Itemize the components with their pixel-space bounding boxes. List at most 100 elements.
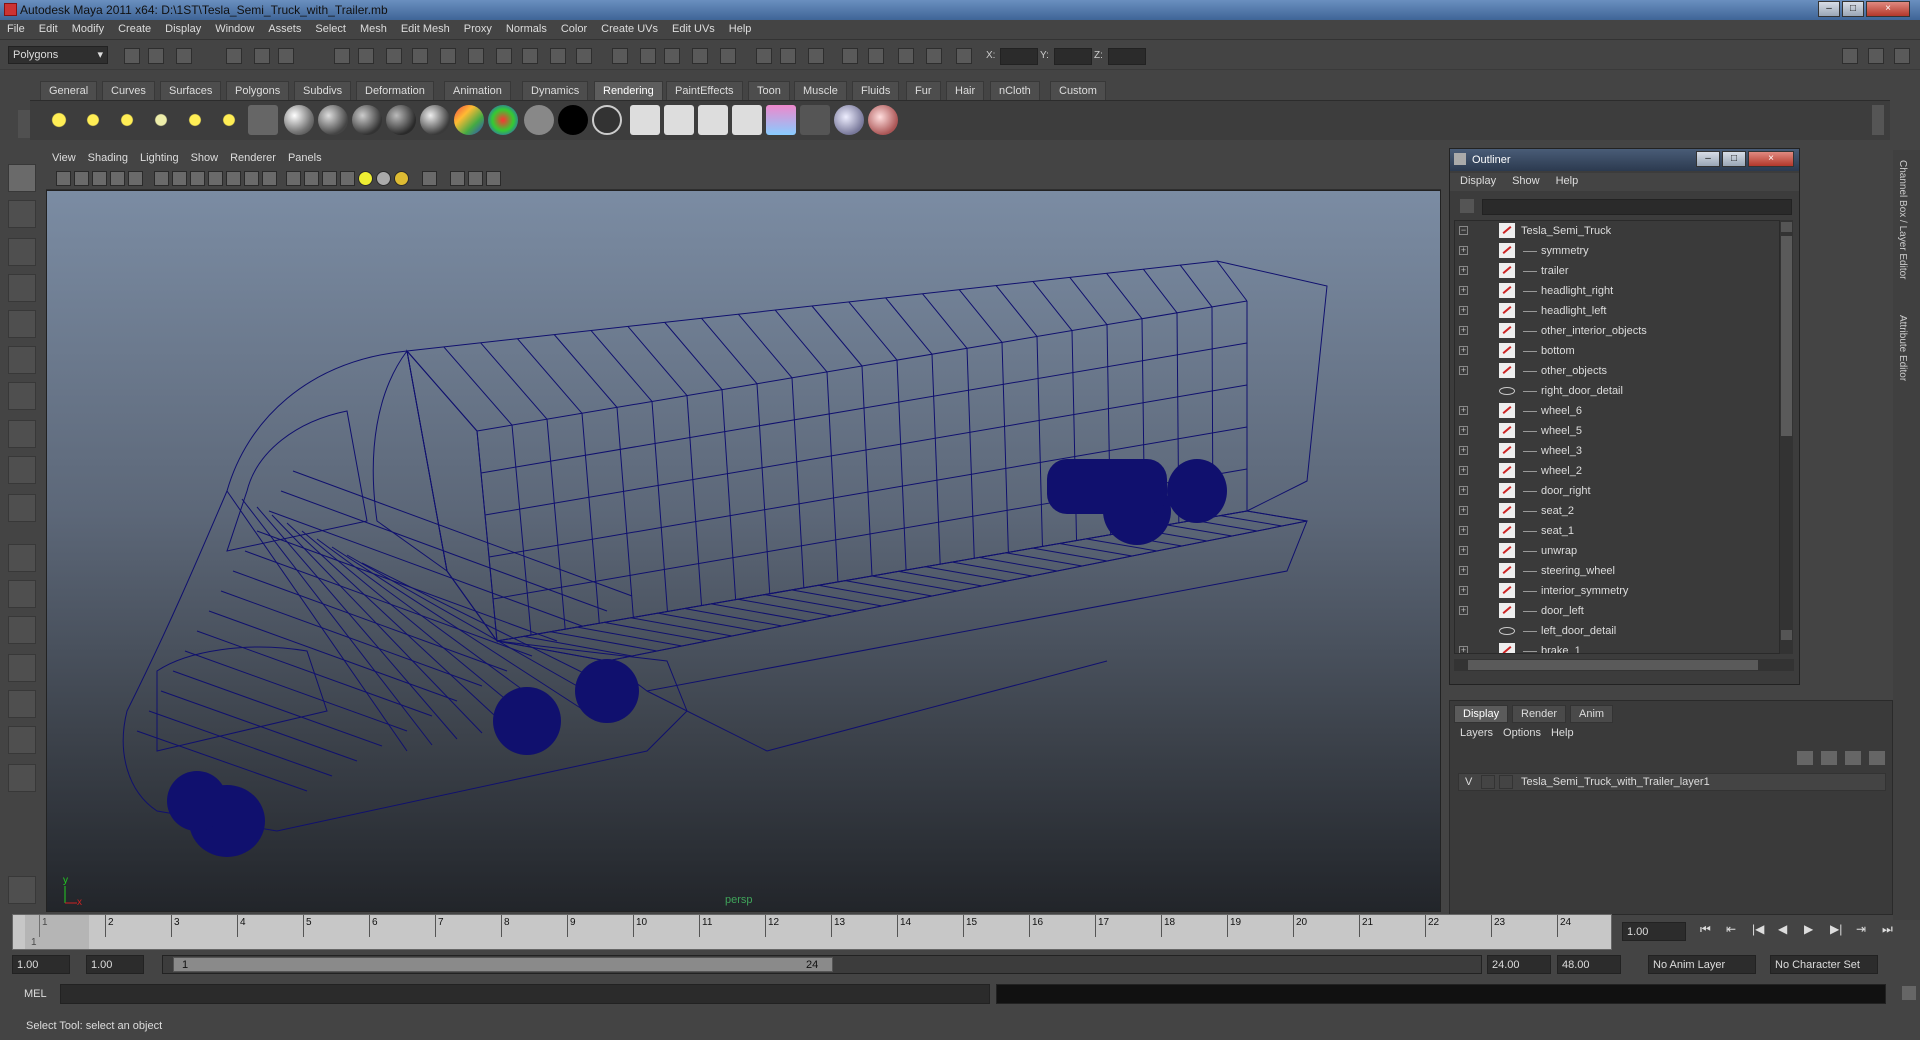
safe-action-icon[interactable] xyxy=(244,171,259,186)
outliner-item[interactable]: + wheel_5 xyxy=(1455,421,1779,441)
expand-icon[interactable]: + xyxy=(1459,466,1468,475)
outliner-item[interactable]: + bottom xyxy=(1455,341,1779,361)
expand-icon[interactable]: + xyxy=(1459,246,1468,255)
tab-rendering[interactable]: Rendering xyxy=(594,81,663,100)
new-layer-selected-icon[interactable] xyxy=(1821,751,1837,765)
render-settings-icon[interactable] xyxy=(698,105,728,135)
menu-window[interactable]: Window xyxy=(208,20,261,35)
expand-icon[interactable]: + xyxy=(1459,546,1468,555)
smooth-shade-icon[interactable] xyxy=(304,171,319,186)
menu-normals[interactable]: Normals xyxy=(499,20,554,35)
play-forward-icon[interactable]: ▶ xyxy=(1804,922,1813,936)
outliner-item[interactable]: + brake_1 xyxy=(1455,641,1779,653)
menu-select[interactable]: Select xyxy=(308,20,353,35)
tab-ncloth[interactable]: nCloth xyxy=(990,81,1040,100)
menu-mesh[interactable]: Mesh xyxy=(353,20,394,35)
expand-icon[interactable]: + xyxy=(1459,486,1468,495)
layer-name[interactable]: Tesla_Semi_Truck_with_Trailer_layer1 xyxy=(1521,776,1710,788)
viewport-menu-view[interactable]: View xyxy=(46,150,82,164)
menu-edit-mesh[interactable]: Edit Mesh xyxy=(394,20,457,35)
render-region-icon[interactable] xyxy=(664,48,680,64)
layer-tab-display[interactable]: Display xyxy=(1454,705,1509,723)
film-gate-icon[interactable] xyxy=(172,171,187,186)
shelf-menu-icon[interactable] xyxy=(18,110,30,138)
menu-proxy[interactable]: Proxy xyxy=(457,20,499,35)
outliner-search-field[interactable] xyxy=(1482,199,1792,215)
minimize-button[interactable]: – xyxy=(1818,1,1840,17)
ramp-icon[interactable] xyxy=(454,105,484,135)
safe-title-icon[interactable] xyxy=(262,171,277,186)
hypergraph-icon[interactable] xyxy=(808,48,824,64)
wireframe-icon[interactable] xyxy=(286,171,301,186)
xray-icon[interactable] xyxy=(450,171,465,186)
spot-light-icon[interactable] xyxy=(146,105,176,135)
layer-menu-options[interactable]: Options xyxy=(1501,727,1549,739)
menu-display[interactable]: Display xyxy=(158,20,208,35)
field-chart-icon[interactable] xyxy=(226,171,241,186)
character-set-dropdown[interactable]: No Character Set xyxy=(1770,955,1878,974)
perspective-viewport[interactable]: y x persp xyxy=(46,190,1441,912)
menu-file[interactable]: File xyxy=(0,20,32,35)
outliner-item[interactable]: + headlight_right xyxy=(1455,281,1779,301)
outline-sphere-icon[interactable] xyxy=(592,105,622,135)
expand-icon[interactable]: + xyxy=(1459,446,1468,455)
resolution-gate-icon[interactable] xyxy=(190,171,205,186)
toggle-output-icon[interactable] xyxy=(780,48,796,64)
layer-visibility-toggle[interactable]: V xyxy=(1465,776,1472,788)
maximize-button[interactable]: □ xyxy=(1842,1,1864,17)
script-editor-icon[interactable] xyxy=(1902,986,1916,1000)
select-hierarchy-icon[interactable] xyxy=(226,48,242,64)
outliner-item[interactable]: + door_left xyxy=(1455,601,1779,621)
default-lighting-icon[interactable] xyxy=(394,171,409,186)
play-backward-icon[interactable]: ◀ xyxy=(1778,922,1787,936)
expand-icon[interactable]: + xyxy=(1459,326,1468,335)
command-input[interactable] xyxy=(60,984,990,1004)
rotate-tool-icon[interactable] xyxy=(8,310,36,338)
show-manipulator-icon[interactable] xyxy=(8,456,36,484)
outliner-item[interactable]: + wheel_3 xyxy=(1455,441,1779,461)
outliner-menu-show[interactable]: Show xyxy=(1502,173,1546,187)
render-frame-icon[interactable] xyxy=(612,48,628,64)
collapse-icon[interactable]: − xyxy=(1459,226,1468,235)
outliner-item[interactable]: + interior_symmetry xyxy=(1455,581,1779,601)
layer-menu-help[interactable]: Help xyxy=(1549,727,1582,739)
tab-toon[interactable]: Toon xyxy=(748,81,790,100)
menu-edit-uvs[interactable]: Edit UVs xyxy=(665,20,722,35)
viewport-menu-lighting[interactable]: Lighting xyxy=(134,150,185,164)
go-to-start-icon[interactable]: ⏮ xyxy=(1700,922,1711,937)
save-scene-icon[interactable] xyxy=(176,48,192,64)
current-time-field[interactable]: 1.00 xyxy=(1622,922,1686,941)
ipr-icon[interactable] xyxy=(640,48,656,64)
toggle-input-icon[interactable] xyxy=(756,48,772,64)
four-view-layout-icon[interactable] xyxy=(8,580,36,608)
viewport-menu-shading[interactable]: Shading xyxy=(82,150,134,164)
channel-box-tab[interactable]: Channel Box / Layer Editor xyxy=(1897,160,1908,280)
expand-icon[interactable]: + xyxy=(1459,426,1468,435)
viewport-menu-panels[interactable]: Panels xyxy=(282,150,328,164)
tab-animation[interactable]: Animation xyxy=(444,81,511,100)
soft-mod-tool-icon[interactable] xyxy=(8,420,36,448)
viewport-menu-show[interactable]: Show xyxy=(185,150,225,164)
outliner-item[interactable]: + unwrap xyxy=(1455,541,1779,561)
tab-polygons[interactable]: Polygons xyxy=(226,81,290,100)
outliner-maximize-button[interactable]: □ xyxy=(1722,151,1746,167)
attribute-icon[interactable] xyxy=(868,48,884,64)
image-plane-icon[interactable] xyxy=(110,171,125,186)
outliner-item[interactable]: + trailer xyxy=(1455,261,1779,281)
snap-plane-icon[interactable] xyxy=(412,48,428,64)
render-view-icon[interactable] xyxy=(766,105,796,135)
step-forward-key-icon[interactable]: ⇥ xyxy=(1856,922,1866,936)
black-sphere-icon[interactable] xyxy=(558,105,588,135)
bookmark-icon[interactable] xyxy=(92,171,107,186)
expand-icon[interactable]: + xyxy=(1459,506,1468,515)
render-icon[interactable] xyxy=(630,105,660,135)
menu-assets[interactable]: Assets xyxy=(261,20,308,35)
help-question-icon[interactable] xyxy=(522,48,538,64)
move-layer-down-icon[interactable] xyxy=(1869,751,1885,765)
tab-dynamics[interactable]: Dynamics xyxy=(522,81,589,100)
select-tool-icon[interactable] xyxy=(8,164,36,192)
snap-point-icon[interactable] xyxy=(386,48,402,64)
persp-graph-layout-icon[interactable] xyxy=(8,654,36,682)
tab-general[interactable]: General xyxy=(40,81,98,100)
tab-custom[interactable]: Custom xyxy=(1050,81,1106,100)
